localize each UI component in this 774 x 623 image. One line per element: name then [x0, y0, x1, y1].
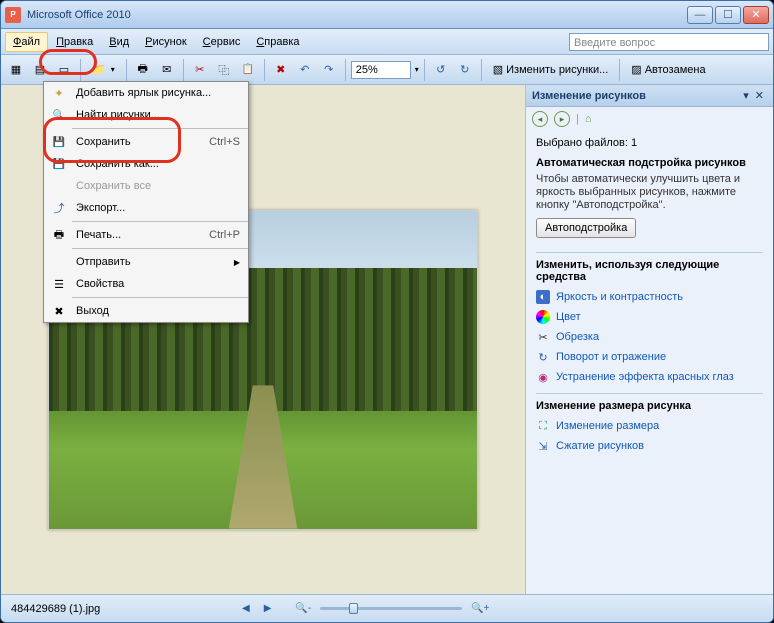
link-compress[interactable]: ⇲Сжатие рисунков	[536, 436, 763, 456]
zoom-slider[interactable]: 🔍- 🔍+	[292, 603, 492, 614]
copy-icon[interactable]	[213, 59, 235, 81]
menuitem-save-as[interactable]: Сохранить как...	[44, 153, 248, 175]
menu-view[interactable]: Вид	[101, 32, 137, 52]
menuitem-print[interactable]: Печать...Ctrl+P	[44, 224, 248, 246]
auto-section-header: Автоматическая подстройка рисунков	[536, 157, 763, 169]
shortcuts-dropdown[interactable]: 📁▾	[86, 63, 121, 76]
rotate-left-icon[interactable]: ↺	[430, 59, 452, 81]
maximize-button[interactable]: ☐	[715, 6, 741, 24]
zoom-thumb[interactable]	[349, 603, 358, 614]
zoom-out-icon[interactable]: 🔍-	[292, 603, 314, 614]
link-crop[interactable]: ✂Обрезка	[536, 327, 763, 347]
help-question-input[interactable]: Введите вопрос	[569, 33, 769, 51]
statusbar: 484429689 (1).jpg ◀ ▶ 🔍- 🔍+	[1, 594, 773, 622]
rotate-right-icon[interactable]: ↻	[454, 59, 476, 81]
menuitem-properties[interactable]: Свойства	[44, 273, 248, 295]
app-title: Microsoft Office 2010	[27, 9, 687, 21]
edit-pictures-button[interactable]: ▧ Изменить рисунки...	[487, 63, 615, 76]
size-section-header: Изменение размера рисунка	[536, 400, 763, 412]
pane-fwd-icon[interactable]: ▸	[554, 111, 570, 127]
menuitem-save[interactable]: СохранитьCtrl+S	[44, 131, 248, 153]
auto-correct-button[interactable]: ▨ Автозамена	[625, 63, 711, 76]
pane-dropdown-icon[interactable]: ▾	[740, 89, 752, 102]
delete-icon[interactable]	[270, 59, 292, 81]
link-rotate[interactable]: ↻Поворот и отражение	[536, 347, 763, 367]
view-single-btn[interactable]: ▭	[53, 59, 75, 81]
menu-edit[interactable]: Правка	[48, 32, 101, 52]
link-redeye[interactable]: ◉Устранение эффекта красных глаз	[536, 367, 763, 387]
menubar: Файл Правка Вид Рисунок Сервис Справка В…	[1, 29, 773, 55]
link-brightness[interactable]: ◐Яркость и контрастность	[536, 287, 763, 307]
prev-image-button[interactable]: ◀	[239, 603, 253, 614]
tools-section-header: Изменить, используя следующие средства	[536, 259, 763, 283]
paste-icon[interactable]	[237, 59, 259, 81]
selected-count: Выбрано файлов: 1	[536, 137, 763, 149]
menu-picture[interactable]: Рисунок	[137, 32, 195, 52]
minimize-button[interactable]: —	[687, 6, 713, 24]
view-thumb-btn[interactable]: ▦	[5, 59, 27, 81]
redo-icon[interactable]	[318, 59, 340, 81]
menuitem-export[interactable]: Экспорт...	[44, 197, 248, 219]
view-filmstrip-btn[interactable]: ▤	[29, 59, 51, 81]
menuitem-save-all: Сохранить все	[44, 175, 248, 197]
link-color[interactable]: Цвет	[536, 307, 763, 327]
auto-adjust-button[interactable]: Автоподстройка	[536, 218, 636, 238]
filename-label: 484429689 (1).jpg	[11, 603, 231, 615]
pane-close-icon[interactable]: ✕	[752, 89, 767, 102]
cut-icon[interactable]	[189, 59, 211, 81]
menu-tools[interactable]: Сервис	[195, 32, 249, 52]
menuitem-find-pictures[interactable]: Найти рисунки...	[44, 104, 248, 126]
link-resize[interactable]: ⛶Изменение размера	[536, 416, 763, 436]
next-image-button[interactable]: ▶	[261, 603, 275, 614]
pane-header: Изменение рисунков ▾ ✕	[526, 85, 773, 107]
menuitem-exit[interactable]: Выход	[44, 300, 248, 322]
print-icon[interactable]	[132, 59, 154, 81]
pane-back-icon[interactable]: ◂	[532, 111, 548, 127]
file-menu-dropdown: Добавить ярлык рисунка... Найти рисунки.…	[43, 81, 249, 323]
zoom-input[interactable]: 25%	[351, 61, 411, 79]
pane-title: Изменение рисунков	[532, 90, 740, 102]
menuitem-send[interactable]: Отправить▶	[44, 251, 248, 273]
close-button[interactable]: ✕	[743, 6, 769, 24]
pane-home-icon[interactable]	[585, 113, 592, 125]
pane-nav: ◂ ▸ |	[526, 107, 773, 131]
mail-icon[interactable]	[156, 59, 178, 81]
zoom-in-icon[interactable]: 🔍+	[468, 603, 492, 614]
task-pane: Изменение рисунков ▾ ✕ ◂ ▸ | Выбрано фай…	[525, 85, 773, 594]
titlebar: P Microsoft Office 2010 — ☐ ✕	[1, 1, 773, 29]
menuitem-add-shortcut[interactable]: Добавить ярлык рисунка...	[44, 82, 248, 104]
app-icon: P	[5, 7, 21, 23]
menu-help[interactable]: Справка	[248, 32, 307, 52]
undo-icon[interactable]	[294, 59, 316, 81]
app-window: P Microsoft Office 2010 — ☐ ✕ Файл Правк…	[0, 0, 774, 623]
menu-file[interactable]: Файл	[5, 32, 48, 52]
auto-section-desc: Чтобы автоматически улучшить цвета и ярк…	[536, 173, 763, 212]
